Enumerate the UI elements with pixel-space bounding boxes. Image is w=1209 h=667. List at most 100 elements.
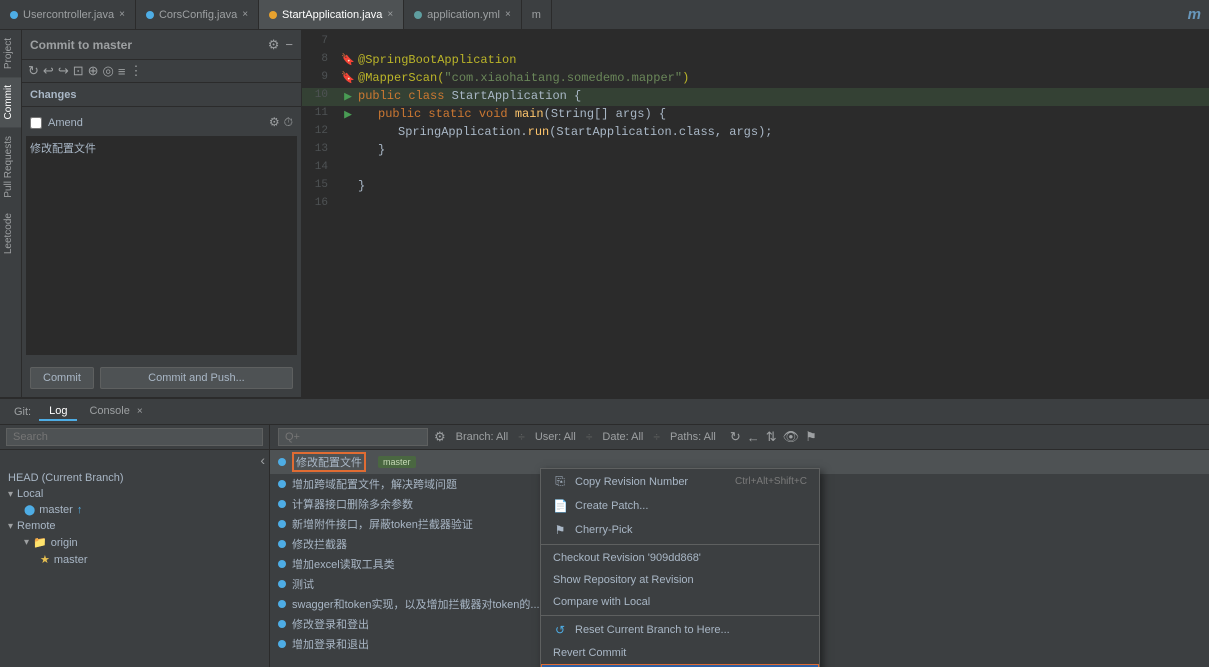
diff-icon[interactable]: ⊡ bbox=[73, 63, 84, 79]
tab-application-yml[interactable]: application.yml × bbox=[404, 0, 522, 29]
run2-icon[interactable]: ▶ bbox=[344, 107, 352, 122]
refresh-icon[interactable]: ↻ bbox=[28, 63, 39, 79]
console-close-icon[interactable]: × bbox=[137, 406, 143, 417]
ctx-show-repository[interactable]: Show Repository at Revision bbox=[541, 569, 819, 591]
log-origin-master[interactable]: ★ master bbox=[32, 551, 269, 568]
stage-icon[interactable]: ⊕ bbox=[88, 63, 99, 79]
close-icon[interactable]: × bbox=[505, 9, 511, 20]
code-line-7: 7 bbox=[302, 34, 1209, 52]
log-entry-msg-6: 测试 bbox=[292, 576, 314, 592]
toolbar-row: ↻ ↩ ↪ ⊡ ⊕ ◎ ≡ ⋮ bbox=[22, 60, 301, 83]
folder-icon: 📁 bbox=[33, 536, 47, 549]
ctx-cherry-pick[interactable]: ⚑ Cherry-Pick bbox=[541, 518, 819, 542]
sidebar-item-pullrequests[interactable]: Pull Requests bbox=[0, 128, 21, 206]
bookmark-icon: 🔖 bbox=[341, 53, 355, 67]
collapse-icon2: ▾ bbox=[8, 521, 13, 532]
ctx-checkout-revision[interactable]: Checkout Revision '909dd868' bbox=[541, 547, 819, 569]
tab-label: m bbox=[532, 9, 541, 21]
tab-label: StartApplication.java bbox=[282, 9, 382, 21]
log-master-branch[interactable]: ⬤ master ↑ bbox=[16, 502, 269, 518]
log-origin-folder[interactable]: ▾ 📁 origin bbox=[16, 534, 269, 551]
commit-button[interactable]: Commit bbox=[30, 367, 94, 389]
log-remote-header[interactable]: ▾ Remote bbox=[0, 518, 269, 534]
tab-log[interactable]: Log bbox=[39, 403, 77, 421]
chevron-left-icon[interactable]: ‹ bbox=[260, 452, 265, 468]
close-icon[interactable]: × bbox=[387, 9, 393, 20]
flag-icon[interactable]: ⚑ bbox=[805, 429, 817, 445]
log-dot-7 bbox=[278, 600, 286, 608]
filter-user-btn[interactable]: User: All bbox=[531, 429, 580, 445]
branch-icon: ⬤ bbox=[24, 505, 35, 516]
code-line-16: 16 bbox=[302, 196, 1209, 214]
commit-btn-row: Commit Commit and Push... bbox=[22, 359, 301, 397]
code-editor: 7 8 🔖 @SpringBootApplication 9 bbox=[302, 30, 1209, 397]
close-icon[interactable]: × bbox=[242, 9, 248, 20]
clock-icon[interactable]: ⏱ bbox=[284, 115, 293, 130]
ctx-reset-branch[interactable]: ↺ Reset Current Branch to Here... bbox=[541, 618, 819, 642]
settings-log-icon[interactable]: ⚙ bbox=[434, 429, 446, 445]
log-collapse-toggle[interactable]: ‹ bbox=[0, 450, 269, 470]
log-dot-8 bbox=[278, 620, 286, 628]
ctx-create-patch[interactable]: 📄 Create Patch... bbox=[541, 494, 819, 518]
tab-console[interactable]: Console × bbox=[79, 403, 152, 421]
tab-usercontroller[interactable]: Usercontroller.java × bbox=[0, 0, 136, 29]
minimize-icon[interactable]: − bbox=[285, 37, 293, 52]
log-right-search[interactable] bbox=[278, 428, 428, 446]
log-entry-msg-5: 增加excel读取工具类 bbox=[292, 556, 395, 572]
log-left: ‹ HEAD (Current Branch) ▾ Local ⬤ master… bbox=[0, 425, 270, 667]
remote-label: Remote bbox=[17, 520, 56, 532]
bottom-panel: Git: Log Console × ‹ bbox=[0, 397, 1209, 667]
master-label: master bbox=[39, 504, 73, 516]
amend-checkbox[interactable] bbox=[30, 117, 42, 129]
arrow-left-icon[interactable]: ← bbox=[747, 430, 760, 445]
changes-label: Changes bbox=[30, 89, 76, 101]
undo-icon[interactable]: ↩ bbox=[43, 63, 54, 79]
view-icon[interactable]: ◎ bbox=[103, 63, 114, 79]
m-icon: m bbox=[1188, 6, 1201, 23]
close-icon[interactable]: × bbox=[119, 9, 125, 20]
copy-icon: ⎘ bbox=[553, 474, 567, 489]
log-head[interactable]: HEAD (Current Branch) bbox=[0, 470, 269, 486]
sidebar-item-project[interactable]: Project bbox=[0, 30, 21, 77]
commit-push-button[interactable]: Commit and Push... bbox=[100, 367, 293, 389]
log-search-input[interactable] bbox=[6, 428, 263, 446]
tab-log-label: Log bbox=[49, 405, 67, 417]
log-entry-msg-8: 修改登录和登出 bbox=[292, 616, 369, 632]
vertical-sidebar: Project Commit Pull Requests Leetcode bbox=[0, 30, 22, 397]
sidebar-item-leetcode[interactable]: Leetcode bbox=[0, 205, 21, 262]
sidebar-item-commit[interactable]: Commit bbox=[0, 77, 21, 127]
ctx-copy-shortcut: Ctrl+Alt+Shift+C bbox=[735, 476, 807, 487]
settings-small-icon[interactable]: ⚙ bbox=[269, 115, 280, 130]
settings-icon[interactable]: ⚙ bbox=[268, 37, 280, 53]
tab-dot bbox=[269, 11, 277, 19]
tab-dot bbox=[10, 11, 18, 19]
filter-paths-btn[interactable]: Paths: All bbox=[666, 429, 720, 445]
log-entry-msg-3: 新增附件接口，屏蔽token拦截器验证 bbox=[292, 516, 473, 532]
ctx-copy-revision-label: Copy Revision Number bbox=[575, 476, 688, 488]
tab-m[interactable]: m bbox=[522, 0, 552, 29]
undo-ctx-icon: ↺ bbox=[553, 623, 567, 637]
sort-log-icon[interactable]: ⇅ bbox=[766, 429, 777, 445]
log-entry-msg-0: 修改配置文件 bbox=[292, 452, 366, 472]
commit-message-input[interactable]: 修改配置文件 bbox=[26, 136, 297, 355]
master-badge: master bbox=[378, 456, 416, 468]
ctx-compare-local[interactable]: Compare with Local bbox=[541, 591, 819, 613]
log-local-header[interactable]: ▾ Local bbox=[0, 486, 269, 502]
more-icon[interactable]: ⋮ bbox=[129, 63, 142, 79]
eye-icon[interactable]: 👁 bbox=[783, 429, 800, 445]
log-left-toolbar bbox=[0, 425, 269, 450]
tab-startapplication[interactable]: StartApplication.java × bbox=[259, 0, 404, 29]
ctx-copy-revision[interactable]: ⎘ Copy Revision Number Ctrl+Alt+Shift+C bbox=[541, 469, 819, 494]
ctx-divider-2 bbox=[541, 615, 819, 616]
filter-branch-btn[interactable]: Branch: All bbox=[452, 429, 513, 445]
tab-corsconfig[interactable]: CorsConfig.java × bbox=[136, 0, 259, 29]
up-arrow-icon: ↑ bbox=[77, 504, 83, 516]
changes-header: Changes bbox=[22, 83, 301, 107]
refresh-log-icon[interactable]: ↻ bbox=[730, 429, 741, 445]
sort-icon[interactable]: ≡ bbox=[118, 64, 126, 79]
ctx-checkout-label: Checkout Revision '909dd868' bbox=[553, 552, 701, 564]
run-icon[interactable]: ▶ bbox=[344, 89, 352, 104]
ctx-revert-commit[interactable]: Revert Commit bbox=[541, 642, 819, 664]
redo-icon[interactable]: ↪ bbox=[58, 63, 69, 79]
filter-date-btn[interactable]: Date: All bbox=[598, 429, 647, 445]
